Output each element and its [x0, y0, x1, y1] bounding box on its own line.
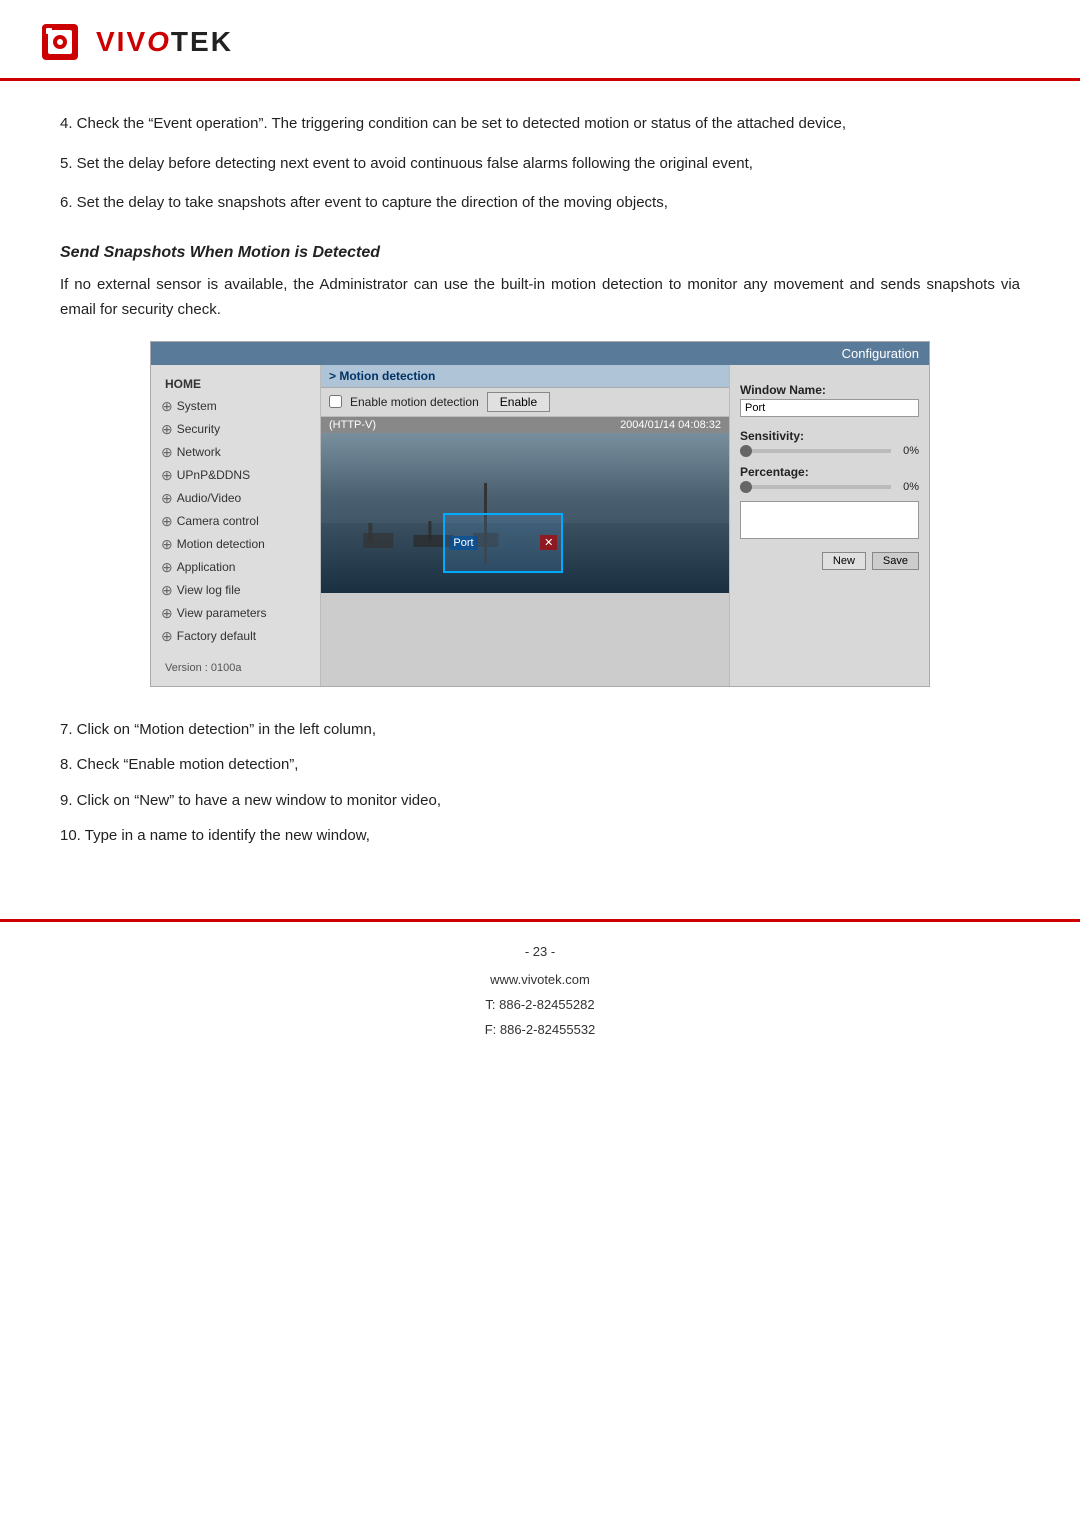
footer: - 23 - www.vivotek.com T: 886-2-82455282… — [0, 922, 1080, 1055]
header: VIVOTEK — [0, 0, 1080, 81]
page-number: - 23 - — [0, 940, 1080, 965]
window-name-label: Window Name: — [740, 383, 919, 397]
sidebar-item-label: System — [177, 399, 217, 413]
ui-nav: HOME ⊕ System ⊕ Security ⊕ Network ⊕ UPn… — [151, 365, 321, 686]
ui-right-panel: Window Name: Sensitivity: 0% Percentage:… — [729, 365, 929, 686]
ui-title-bar: Configuration — [151, 342, 929, 365]
sidebar-item-audiovideo[interactable]: ⊕ Audio/Video — [151, 487, 320, 510]
window-name-input[interactable] — [740, 399, 919, 417]
cam-selection-close-icon[interactable]: ✕ — [540, 535, 557, 550]
sidebar-item-view-params[interactable]: ⊕ View parameters — [151, 602, 320, 625]
motion-detection-bar[interactable]: > Motion detection — [321, 365, 729, 388]
main-content: 4. Check the “Event operation”. The trig… — [0, 81, 1080, 879]
new-button[interactable]: New — [822, 552, 866, 570]
step-10: 10. Type in a name to identify the new w… — [60, 823, 1020, 849]
enable-motion-label: Enable motion detection — [350, 395, 479, 409]
enable-motion-row: Enable motion detection Enable — [321, 388, 729, 417]
nav-version: Version : 0100a — [151, 658, 320, 678]
expand-icon: ⊕ — [161, 536, 173, 553]
sidebar-item-label: View parameters — [177, 606, 267, 620]
footer-website: www.vivotek.com — [0, 968, 1080, 993]
sidebar-item-label: UPnP&DDNS — [177, 468, 250, 482]
save-button[interactable]: Save — [872, 552, 919, 570]
cam-selection-box[interactable]: Port ✕ — [443, 513, 563, 573]
action-buttons: New Save — [740, 552, 919, 570]
expand-icon: ⊕ — [161, 421, 173, 438]
sidebar-item-factory-default[interactable]: ⊕ Factory default — [151, 625, 320, 648]
expand-icon: ⊕ — [161, 559, 173, 576]
section-title: Send Snapshots When Motion is Detected — [60, 244, 1020, 262]
paragraph-4: 4. Check the “Event operation”. The trig… — [60, 111, 1020, 137]
sidebar-item-label: Application — [177, 560, 236, 574]
logo-text: VIVOTEK — [96, 26, 233, 58]
percentage-value: 0% — [897, 481, 919, 493]
slider-thumb — [740, 445, 752, 457]
percentage-slider[interactable] — [740, 485, 891, 489]
sidebar-item-label: Network — [177, 445, 221, 459]
sensitivity-slider[interactable] — [740, 449, 891, 453]
sidebar-item-motion-detection[interactable]: ⊕ Motion detection — [151, 533, 320, 556]
cam-source-label: (HTTP-V) — [329, 419, 376, 431]
paragraph-5: 5. Set the delay before detecting next e… — [60, 151, 1020, 177]
sensitivity-label: Sensitivity: — [740, 429, 919, 443]
sidebar-item-application[interactable]: ⊕ Application — [151, 556, 320, 579]
slider-thumb-2 — [740, 481, 752, 493]
sidebar-item-system[interactable]: ⊕ System — [151, 395, 320, 418]
percentage-label: Percentage: — [740, 465, 919, 479]
nav-home[interactable]: HOME — [151, 373, 320, 395]
section-desc: If no external sensor is available, the … — [60, 272, 1020, 323]
step-8: 8. Check “Enable motion detection”, — [60, 752, 1020, 778]
step-9: 9. Click on “New” to have a new window t… — [60, 788, 1020, 814]
sidebar-item-security[interactable]: ⊕ Security — [151, 418, 320, 441]
sidebar-item-network[interactable]: ⊕ Network — [151, 441, 320, 464]
expand-icon: ⊕ — [161, 628, 173, 645]
expand-icon: ⊕ — [161, 513, 173, 530]
sidebar-item-upnp[interactable]: ⊕ UPnP&DDNS — [151, 464, 320, 487]
paragraph-6: 6. Set the delay to take snapshots after… — [60, 190, 1020, 216]
sidebar-item-camera-control[interactable]: ⊕ Camera control — [151, 510, 320, 533]
ui-screenshot-box: Configuration HOME ⊕ System ⊕ Security ⊕… — [150, 341, 930, 687]
camera-view: Port ✕ — [321, 433, 729, 593]
expand-icon: ⊕ — [161, 605, 173, 622]
sensitivity-value: 0% — [897, 445, 919, 457]
sidebar-item-label: View log file — [177, 583, 241, 597]
sidebar-item-label: Camera control — [177, 514, 259, 528]
expand-icon: ⊕ — [161, 467, 173, 484]
cam-selection-label: Port — [449, 536, 477, 550]
sidebar-item-label: Security — [177, 422, 220, 436]
expand-icon: ⊕ — [161, 490, 173, 507]
ui-center-panel: > Motion detection Enable motion detecti… — [321, 365, 729, 686]
enable-button[interactable]: Enable — [487, 392, 550, 412]
sidebar-item-label: Audio/Video — [177, 491, 242, 505]
steps-list: 7. Click on “Motion detection” in the le… — [60, 717, 1020, 849]
vivotek-logo-icon — [40, 18, 88, 66]
logo: VIVOTEK — [40, 18, 1040, 66]
step-7: 7. Click on “Motion detection” in the le… — [60, 717, 1020, 743]
sidebar-item-view-log[interactable]: ⊕ View log file — [151, 579, 320, 602]
cam-timestamp: 2004/01/14 04:08:32 — [620, 419, 721, 431]
sensitivity-row: 0% — [740, 445, 919, 457]
footer-fax: F: 886-2-82455532 — [0, 1018, 1080, 1043]
expand-icon: ⊕ — [161, 398, 173, 415]
expand-icon: ⊕ — [161, 444, 173, 461]
notes-textarea[interactable] — [740, 501, 919, 539]
expand-icon: ⊕ — [161, 582, 173, 599]
camera-header: (HTTP-V) 2004/01/14 04:08:32 — [321, 417, 729, 433]
sidebar-item-label: Motion detection — [177, 537, 265, 551]
footer-tel: T: 886-2-82455282 — [0, 993, 1080, 1018]
percentage-row: 0% — [740, 481, 919, 493]
ui-body: HOME ⊕ System ⊕ Security ⊕ Network ⊕ UPn… — [151, 365, 929, 686]
enable-motion-checkbox[interactable] — [329, 395, 342, 408]
sidebar-item-label: Factory default — [177, 629, 256, 643]
